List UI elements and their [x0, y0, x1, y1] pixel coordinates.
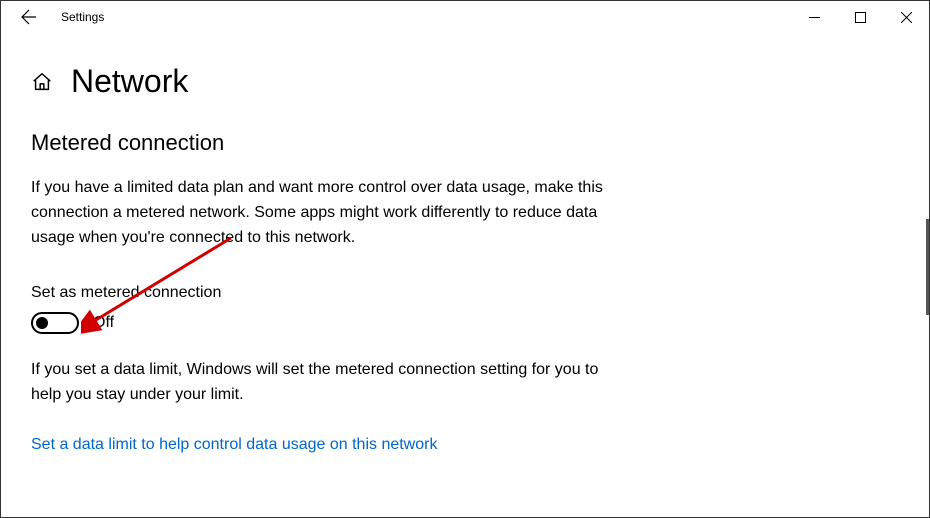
toggle-row: Off: [31, 312, 899, 334]
close-button[interactable]: [883, 1, 929, 33]
window-title: Settings: [61, 10, 104, 24]
minimize-icon: [809, 12, 820, 23]
minimize-button[interactable]: [791, 1, 837, 33]
titlebar: Settings: [1, 1, 929, 33]
page-title: Network: [71, 63, 188, 100]
arrow-left-icon: [21, 9, 37, 25]
toggle-knob: [36, 317, 48, 329]
set-data-limit-link[interactable]: Set a data limit to help control data us…: [31, 436, 437, 453]
close-icon: [901, 12, 912, 23]
toggle-label: Set as metered connection: [31, 284, 899, 302]
metered-connection-toggle[interactable]: [31, 312, 79, 334]
window-controls: [791, 1, 929, 33]
maximize-icon: [855, 12, 866, 23]
page-header: Network: [31, 63, 899, 100]
back-button[interactable]: [9, 1, 49, 33]
maximize-button[interactable]: [837, 1, 883, 33]
section-title: Metered connection: [31, 130, 899, 156]
house-icon: [31, 71, 53, 93]
content-area: Network Metered connection If you have a…: [1, 33, 929, 454]
scrollbar-thumb[interactable]: [926, 219, 929, 315]
home-icon[interactable]: [31, 71, 53, 93]
data-limit-note: If you set a data limit, Windows will se…: [31, 358, 631, 408]
toggle-state-text: Off: [93, 314, 114, 332]
section-description: If you have a limited data plan and want…: [31, 176, 611, 250]
